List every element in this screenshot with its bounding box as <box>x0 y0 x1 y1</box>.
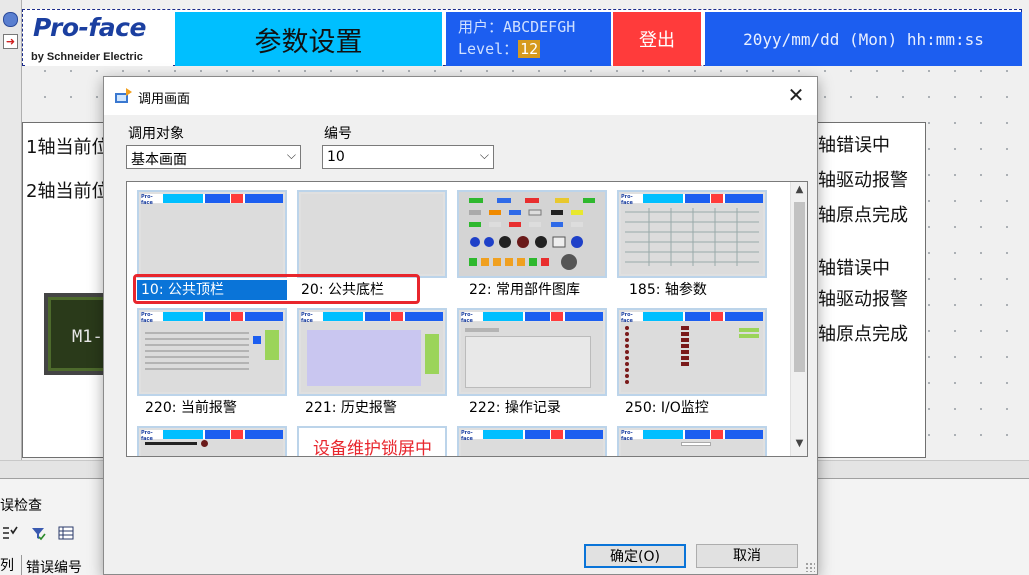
thumbnail-caption[interactable]: 220: 当前报警 <box>141 398 291 418</box>
logout-button[interactable]: 登出 <box>613 12 701 66</box>
user-info: 用户：ABCDEFGH Level： 12 <box>446 12 611 66</box>
logo-text: Pro-face <box>33 13 146 42</box>
thumbnail-preview-body <box>141 204 283 274</box>
thumbnail-preview-header: Pro-face <box>141 194 283 206</box>
screen-thumbnail[interactable]: Pro-face <box>137 308 287 396</box>
parts-library-preview <box>469 198 595 270</box>
thumbnail-preview-body <box>301 322 443 392</box>
screen-thumbnail-list[interactable]: Pro-face 10: 公共顶栏 20: 公共底栏 22: 常用部件图库 Pr… <box>126 181 808 457</box>
screen-thumbnail[interactable]: 设备维护锁屏中 <box>297 426 447 457</box>
arrow-right-icon[interactable]: ➜ <box>3 34 18 49</box>
screen-thumbnail[interactable]: Pro-face <box>457 426 607 456</box>
number-label: 编号 <box>324 126 352 142</box>
axis2-position-label: 2轴当前位 <box>26 181 110 202</box>
logo-subtext: by Schneider Electric <box>31 51 143 63</box>
level-value: 12 <box>518 40 541 58</box>
thumbnail-preview-body <box>301 194 443 274</box>
chevron-down-icon: ⌵ <box>479 148 489 162</box>
scroll-up-icon[interactable]: ▲ <box>791 184 807 200</box>
thumbnail-preview-header: Pro-face <box>621 430 763 442</box>
error-number-column-header[interactable]: 错误编号 <box>26 557 82 575</box>
thumbnail-preview-header: Pro-face <box>141 312 283 324</box>
thumbnail-caption[interactable]: 221: 历史报警 <box>301 398 451 418</box>
screen-thumbnail[interactable]: Pro-face <box>137 426 287 456</box>
close-icon[interactable]: ✕ <box>780 81 812 111</box>
level-label: Level： <box>458 40 519 58</box>
page-title: 参数设置 <box>175 12 442 66</box>
thumbnail-preview-header: Pro-face <box>621 312 763 324</box>
filter-check-icon[interactable] <box>30 525 46 541</box>
table-icon[interactable] <box>58 525 74 541</box>
column-header[interactable]: 列 <box>0 555 22 575</box>
m1-text: M1- <box>72 327 103 347</box>
screen-thumbnail[interactable]: Pro-face <box>617 426 767 456</box>
user-label: 用户： <box>458 18 504 36</box>
scroll-thumb[interactable] <box>794 202 805 372</box>
io-monitor-preview <box>621 322 763 392</box>
scroll-down-icon[interactable]: ▼ <box>791 438 807 454</box>
globe-icon[interactable] <box>3 12 18 27</box>
screen-thumbnail[interactable]: Pro-face <box>137 190 287 278</box>
axis-origin-done-label: 轴原点完成 <box>818 324 908 345</box>
number-select-value: 10 <box>327 149 345 165</box>
axis-error-label: 轴错误中 <box>818 258 890 279</box>
call-screen-dialog: 调用画面 ✕ 调用对象 基本画面 ⌵ 编号 10 ⌵ Pro-face 10: … <box>103 76 818 575</box>
target-select-value: 基本画面 <box>131 152 187 168</box>
thumbnail-caption[interactable]: 185: 轴参数 <box>625 280 775 300</box>
proface-logo: Pro-face by Schneider Electric <box>25 12 173 66</box>
dialog-title: 调用画面 <box>138 92 191 107</box>
axis-origin-done-label: 轴原点完成 <box>818 205 908 226</box>
datetime-display: 20yy/mm/dd (Mon) hh:mm:ss <box>705 12 1022 66</box>
thumbnail-preview-header: Pro-face <box>621 194 763 206</box>
axis-drive-alarm-label: 轴驱动报警 <box>818 289 908 310</box>
axis-parameter-table-preview <box>621 204 763 274</box>
screen-thumbnail[interactable]: Pro-face <box>617 190 767 278</box>
target-select[interactable]: 基本画面 ⌵ <box>126 145 301 169</box>
thumbnail-caption[interactable]: 222: 操作记录 <box>465 398 615 418</box>
vertical-scrollbar[interactable]: ▲ ▼ <box>790 182 807 456</box>
resize-grip-icon[interactable] <box>805 562 815 572</box>
screen-thumbnail[interactable] <box>297 190 447 278</box>
checklist-icon[interactable] <box>2 525 18 541</box>
target-label: 调用对象 <box>128 126 184 142</box>
thumbnail-preview-body <box>141 322 283 392</box>
axis-error-label: 轴错误中 <box>818 135 890 156</box>
thumbnail-preview-body <box>141 440 283 456</box>
thumbnail-preview-header: Pro-face <box>461 312 603 324</box>
thumbnail-preview-header: Pro-face <box>301 312 443 324</box>
number-select[interactable]: 10 ⌵ <box>322 145 494 169</box>
dialog-titlebar[interactable]: 调用画面 ✕ <box>104 77 817 115</box>
ok-button[interactable]: 确定(O) <box>584 544 686 568</box>
screen-call-icon <box>115 88 132 103</box>
thumbnail-preview-body <box>461 322 603 392</box>
screen-thumbnail[interactable]: Pro-face <box>297 308 447 396</box>
thumbnail-preview-body <box>461 440 603 456</box>
thumbnail-preview-body <box>621 440 763 456</box>
screen-thumbnail[interactable]: Pro-face <box>457 308 607 396</box>
cancel-button[interactable]: 取消 <box>696 544 798 568</box>
highlight-annotation <box>133 274 420 304</box>
screen-thumbnail[interactable] <box>457 190 607 278</box>
thumbnail-preview-header: Pro-face <box>141 430 283 442</box>
thumbnail-caption[interactable]: 250: I/O监控 <box>621 398 771 418</box>
left-toolstrip: ➜ <box>0 0 22 460</box>
thumbnail-preview-header: Pro-face <box>461 430 603 442</box>
maintenance-lock-text: 设备维护锁屏中 <box>313 439 432 457</box>
user-name: ABCDEFGH <box>503 18 576 36</box>
axis1-position-label: 1轴当前位 <box>26 137 110 158</box>
screen-thumbnail[interactable]: Pro-face <box>617 308 767 396</box>
panel-title: 误检查 <box>0 498 42 514</box>
thumbnail-caption[interactable]: 22: 常用部件图库 <box>465 280 615 300</box>
axis-drive-alarm-label: 轴驱动报警 <box>818 170 908 191</box>
chevron-down-icon: ⌵ <box>286 148 296 162</box>
